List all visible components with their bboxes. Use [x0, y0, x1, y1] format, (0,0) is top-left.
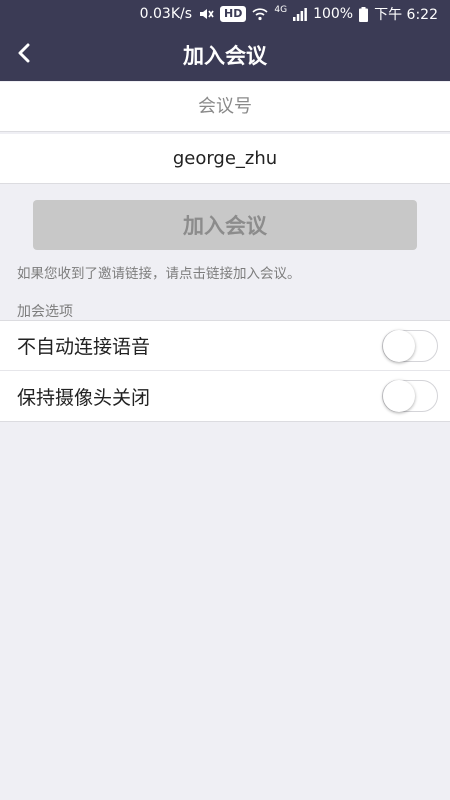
no-auto-audio-toggle[interactable]	[382, 330, 438, 362]
back-button[interactable]	[0, 28, 48, 81]
top-bar: 0.03K/s HD 4G 100% 下午 6:22 加入会议	[0, 0, 450, 81]
status-bar: 0.03K/s HD 4G 100% 下午 6:22	[0, 0, 450, 28]
page-title: 加入会议	[183, 43, 267, 68]
chevron-left-icon	[17, 43, 31, 67]
network-type: 4G	[274, 5, 288, 15]
toggle-knob	[383, 330, 415, 362]
display-name-field[interactable]	[0, 134, 450, 184]
battery-icon	[359, 6, 369, 22]
join-meeting-button[interactable]: 加入会议	[33, 200, 417, 250]
clock: 下午 6:22	[374, 7, 438, 23]
meeting-id-field[interactable]	[0, 82, 450, 132]
join-options-label: 加会选项	[17, 304, 73, 320]
invite-link-hint: 如果您收到了邀请链接，请点击链接加入会议。	[17, 266, 301, 282]
mute-icon	[198, 7, 214, 21]
nav-bar: 加入会议	[0, 28, 450, 81]
meeting-id-input[interactable]	[0, 82, 450, 131]
battery-level: 100%	[313, 6, 354, 22]
option-no-auto-audio[interactable]: 不自动连接语音	[0, 320, 450, 371]
option-label: 保持摄像头关闭	[17, 386, 151, 409]
network-speed: 0.03K/s	[139, 6, 193, 22]
keep-camera-off-toggle[interactable]	[382, 380, 438, 412]
hd-badge: HD	[220, 6, 247, 22]
signal-icon	[293, 7, 307, 21]
display-name-input[interactable]	[0, 134, 450, 183]
option-keep-camera-off[interactable]: 保持摄像头关闭	[0, 371, 450, 422]
toggle-knob	[383, 380, 415, 412]
option-label: 不自动连接语音	[17, 336, 151, 358]
wifi-icon	[252, 7, 268, 21]
